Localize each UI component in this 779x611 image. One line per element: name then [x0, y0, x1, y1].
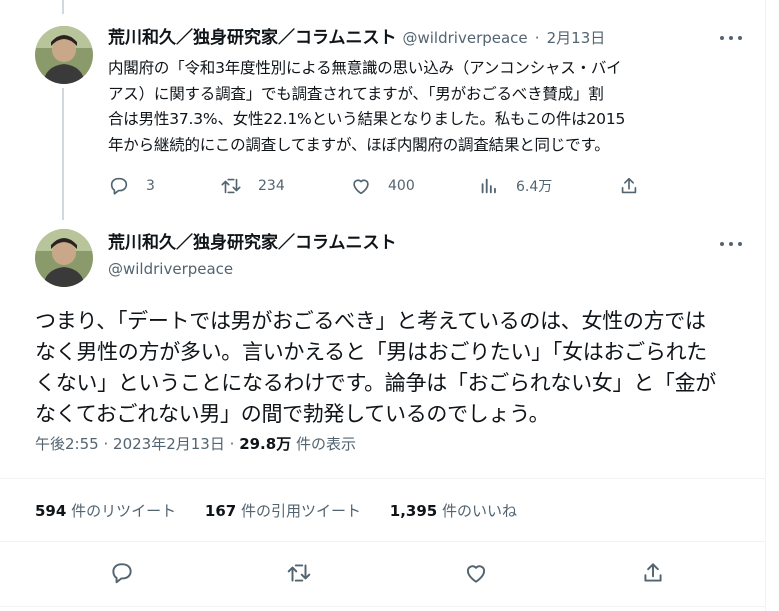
retweet-label: 件のリツイート [71, 502, 177, 520]
thread-line-top [62, 0, 64, 14]
retweet-icon [287, 564, 311, 582]
more-dots-icon[interactable] [720, 32, 742, 44]
like-button[interactable]: 400 [350, 174, 415, 198]
author-name[interactable]: 荒川和久／独身研究家／コラムニスト [108, 232, 397, 254]
reply-count: 3 [146, 178, 155, 194]
share-button[interactable] [640, 560, 666, 586]
divider [0, 541, 765, 542]
quote-stat[interactable]: 167 件の引用ツイート [205, 502, 361, 520]
views-count: 29.8万 [239, 435, 292, 453]
share-button[interactable] [618, 174, 640, 198]
author-handle[interactable]: @wildriverpeace [108, 258, 233, 280]
tweet-text: つまり、「デートでは男がおごるべき」と考えているのは、女性の方では なく男性の方… [35, 309, 716, 426]
like-count: 1,395 [389, 502, 438, 520]
tweet-text: 内閣府の「令和3年度性別による無意識の思い込み（アンコンシャス・バイ アス）に関… [108, 59, 626, 154]
author-handle[interactable]: @wildriverpeace [403, 29, 528, 47]
retweet-count: 594 [35, 502, 67, 520]
divider [0, 478, 765, 479]
meta-separator: · [534, 29, 540, 47]
like-label: 件のいいね [442, 502, 518, 520]
avatar[interactable] [35, 229, 93, 287]
more-dots-icon[interactable] [720, 238, 742, 250]
engagement-stats: 594 件のリツイート 167 件の引用ツイート 1,395 件のいいね [35, 500, 541, 522]
retweet-count: 234 [258, 178, 285, 194]
retweet-button[interactable] [286, 560, 312, 586]
meta-separator: · [103, 435, 109, 453]
reply-button[interactable]: 3 [108, 174, 155, 198]
divider [0, 606, 765, 607]
quote-label: 件の引用ツイート [240, 502, 361, 520]
thread-line-connector [62, 88, 64, 220]
views-button[interactable]: 6.4万 [478, 174, 552, 198]
tweet-date[interactable]: 2023年2月13日 [113, 435, 225, 453]
tweet-timestamp: 午後2:55 · 2023年2月13日 · 29.8万 件の表示 [35, 433, 356, 455]
tweet-date[interactable]: 2月13日 [547, 29, 606, 47]
tweet-header: 荒川和久／独身研究家／コラムニスト @wildriverpeace · 2月13日 [108, 27, 605, 49]
tweet-actions [0, 560, 765, 586]
heart-icon [353, 179, 369, 195]
like-stat[interactable]: 1,395 件のいいね [390, 502, 517, 520]
views-label: 件の表示 [295, 435, 356, 453]
retweet-stat[interactable]: 594 件のリツイート [35, 502, 176, 520]
views-bar-chart-icon [481, 178, 496, 194]
quote-count: 167 [204, 502, 237, 520]
meta-separator: · [229, 435, 235, 453]
share-icon [621, 177, 637, 194]
reply-icon [110, 177, 128, 195]
retweet-button[interactable]: 234 [220, 174, 285, 198]
retweet-icon [221, 178, 241, 194]
like-count: 400 [388, 178, 415, 194]
avatar[interactable] [35, 26, 93, 84]
views-count: 6.4万 [516, 179, 553, 195]
reply-button[interactable] [109, 560, 135, 586]
like-button[interactable] [463, 560, 489, 586]
tweet-time[interactable]: 午後2:55 [35, 435, 99, 453]
share-icon [644, 563, 662, 582]
tweet-actions: 3 234 400 6.4万 [108, 174, 648, 198]
reply-icon [112, 563, 132, 584]
heart-icon [466, 565, 486, 583]
author-name[interactable]: 荒川和久／独身研究家／コラムニスト [108, 28, 397, 48]
tweet-thread: 荒川和久／独身研究家／コラムニスト @wildriverpeace · 2月13日… [0, 0, 766, 611]
